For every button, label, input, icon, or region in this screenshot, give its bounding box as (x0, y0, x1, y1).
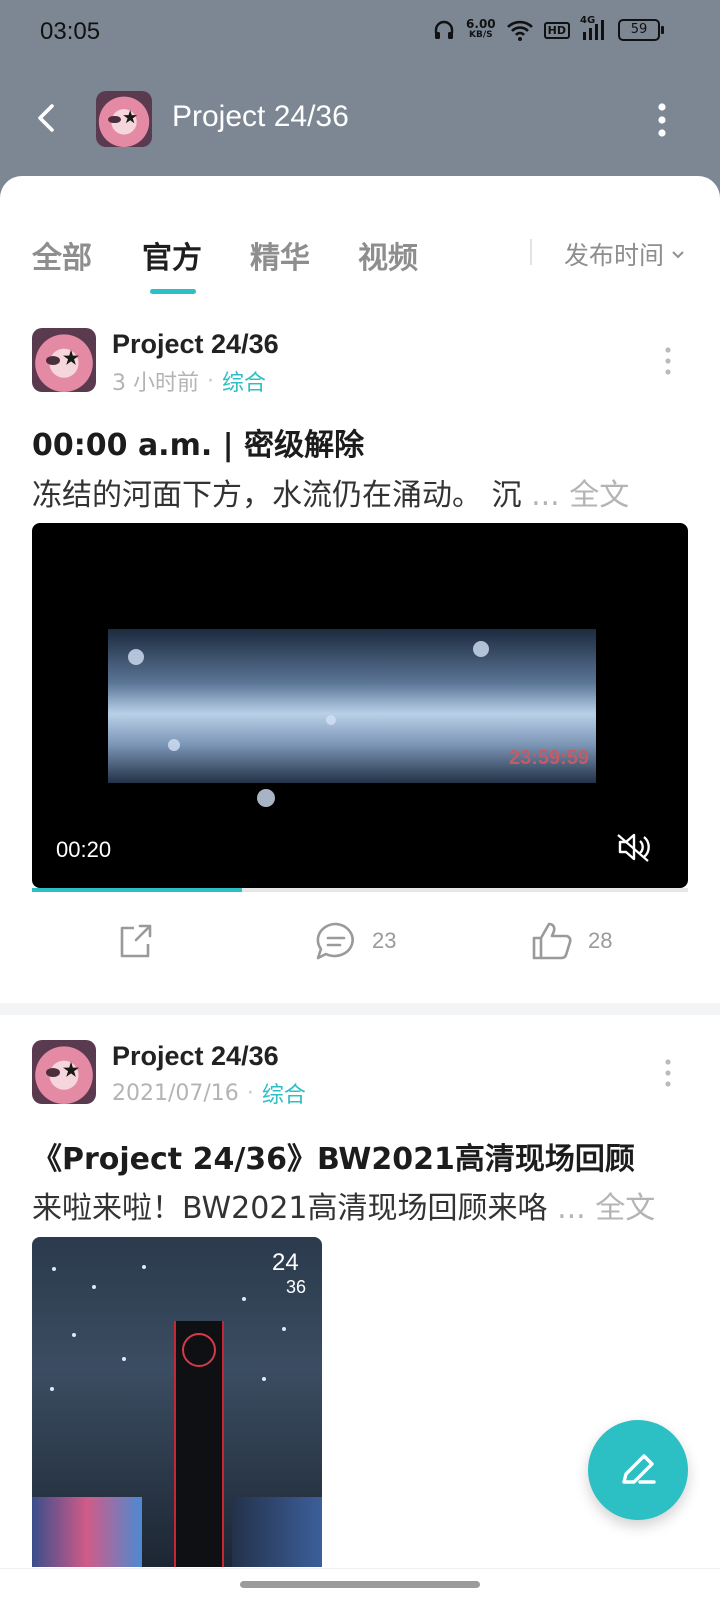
post-excerpt[interactable]: 来啦来啦！BW2021高清现场回顾来咯 ... 全文 (32, 1183, 655, 1227)
post-category[interactable]: 综合 (262, 1077, 306, 1109)
booth-right (232, 1497, 322, 1567)
post-title[interactable]: 《Project 24/36》BW2021高清现场回顾 (32, 1134, 635, 1178)
project-logo-bottom: 36 (285, 1277, 306, 1297)
compose-button[interactable] (588, 1420, 688, 1520)
clock-face (182, 1333, 216, 1367)
post-image[interactable]: 24 36 (32, 1237, 322, 1567)
post-author-avatar[interactable] (32, 1040, 96, 1104)
booth-left (32, 1497, 142, 1567)
post-meta: 2021/07/16 · 综合 (112, 1077, 306, 1109)
post-author-name[interactable]: Project 24/36 (112, 1041, 279, 1072)
post-more-icon[interactable] (662, 1058, 674, 1088)
gesture-bar (0, 1568, 720, 1600)
post-card[interactable]: Project 24/36 2021/07/16 · 综合 《Project 2… (0, 0, 720, 1568)
post-excerpt-text: 来啦来啦！BW2021高清现场回顾来咯 (32, 1191, 548, 1226)
pen-icon (622, 1454, 656, 1484)
project-logo: 24 36 (272, 1251, 306, 1299)
home-indicator[interactable] (240, 1581, 480, 1588)
meta-separator: · (246, 1080, 254, 1106)
post-time: 2021/07/16 (112, 1080, 239, 1106)
read-more-link[interactable]: ... 全文 (557, 1191, 655, 1226)
project-logo-top: 24 (271, 1249, 299, 1276)
